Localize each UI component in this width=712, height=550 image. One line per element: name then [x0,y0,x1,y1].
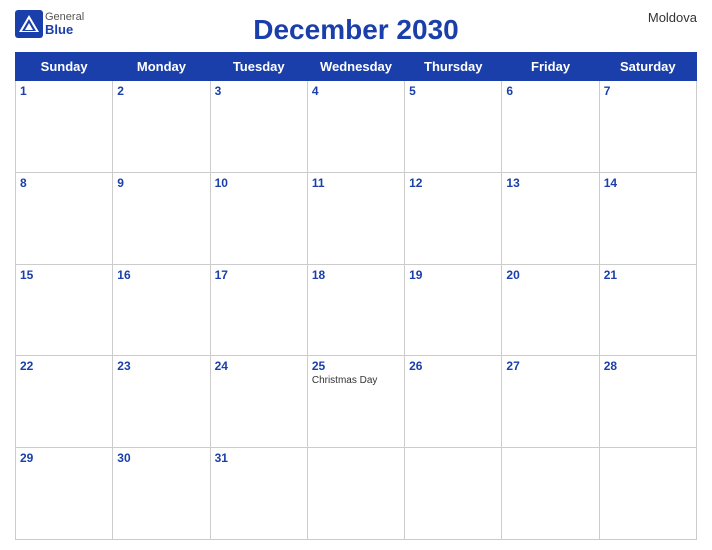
calendar-day-cell: 12 [405,172,502,264]
date-number: 22 [20,359,108,373]
weekday-header-row: Sunday Monday Tuesday Wednesday Thursday… [16,53,697,81]
date-number: 8 [20,176,108,190]
date-number: 4 [312,84,400,98]
header-tuesday: Tuesday [210,53,307,81]
date-number: 16 [117,268,205,282]
calendar-day-cell: 27 [502,356,599,448]
date-number: 27 [506,359,594,373]
country-label: Moldova [648,10,697,25]
calendar-day-cell: 5 [405,81,502,173]
date-number: 14 [604,176,692,190]
calendar-week-row: 89 10 11 12 13 14 [16,172,697,264]
calendar-week-row: 29 30 31 [16,448,697,540]
date-number: 15 [20,268,108,282]
calendar-day-cell: 17 [210,264,307,356]
header-friday: Friday [502,53,599,81]
date-number: 2 [117,84,205,98]
header-saturday: Saturday [599,53,696,81]
date-number: 28 [604,359,692,373]
date-number: 25 [312,359,400,373]
date-number: 24 [215,359,303,373]
generalblue-logo-icon [15,10,43,38]
calendar-day-cell: 20 [502,264,599,356]
calendar-day-cell: 1 [16,81,113,173]
calendar-day-cell: 30 [113,448,210,540]
logo: General Blue [15,10,84,38]
calendar-day-cell: 13 [502,172,599,264]
header-thursday: Thursday [405,53,502,81]
date-number: 11 [312,176,400,190]
date-number: 5 [409,84,497,98]
event-label: Christmas Day [312,375,400,386]
header-monday: Monday [113,53,210,81]
calendar-day-cell [405,448,502,540]
date-number: 6 [506,84,594,98]
date-number: 13 [506,176,594,190]
date-number: 10 [215,176,303,190]
date-number: 21 [604,268,692,282]
date-number: 30 [117,451,205,465]
logo-blue-text: Blue [45,23,84,37]
calendar-day-cell: 28 [599,356,696,448]
date-number: 18 [312,268,400,282]
date-number: 20 [506,268,594,282]
calendar-day-cell: 4 [307,81,404,173]
calendar-day-cell [307,448,404,540]
calendar-day-cell: 8 [16,172,113,264]
calendar-day-cell: 7 [599,81,696,173]
date-number: 31 [215,451,303,465]
calendar-day-cell: 29 [16,448,113,540]
date-number: 23 [117,359,205,373]
date-number: 3 [215,84,303,98]
calendar-header: General Blue December 2030 Moldova [15,10,697,46]
calendar-day-cell: 3 [210,81,307,173]
calendar-day-cell: 6 [502,81,599,173]
calendar-day-cell: 2 [113,81,210,173]
calendar-day-cell: 31 [210,448,307,540]
calendar-week-row: 15 16 17 18 19 20 21 [16,264,697,356]
calendar-day-cell: 10 [210,172,307,264]
calendar-table: Sunday Monday Tuesday Wednesday Thursday… [15,52,697,540]
calendar-day-cell: 15 [16,264,113,356]
calendar-day-cell: 25 Christmas Day [307,356,404,448]
calendar-day-cell: 21 [599,264,696,356]
header-sunday: Sunday [16,53,113,81]
date-number: 29 [20,451,108,465]
header-wednesday: Wednesday [307,53,404,81]
calendar-day-cell: 11 [307,172,404,264]
calendar-week-row: 1234567 [16,81,697,173]
calendar-day-cell: 14 [599,172,696,264]
calendar-day-cell: 24 [210,356,307,448]
date-number: 17 [215,268,303,282]
calendar-day-cell [502,448,599,540]
calendar-title: December 2030 [253,14,458,46]
calendar-week-row: 22 23 24 25 Christmas Day 26 27 28 [16,356,697,448]
calendar-day-cell: 18 [307,264,404,356]
date-number: 7 [604,84,692,98]
date-number: 19 [409,268,497,282]
calendar-day-cell: 16 [113,264,210,356]
calendar-day-cell: 23 [113,356,210,448]
calendar-day-cell: 9 [113,172,210,264]
calendar-day-cell [599,448,696,540]
date-number: 26 [409,359,497,373]
date-number: 9 [117,176,205,190]
calendar-day-cell: 22 [16,356,113,448]
date-number: 1 [20,84,108,98]
calendar-day-cell: 26 [405,356,502,448]
date-number: 12 [409,176,497,190]
calendar-day-cell: 19 [405,264,502,356]
